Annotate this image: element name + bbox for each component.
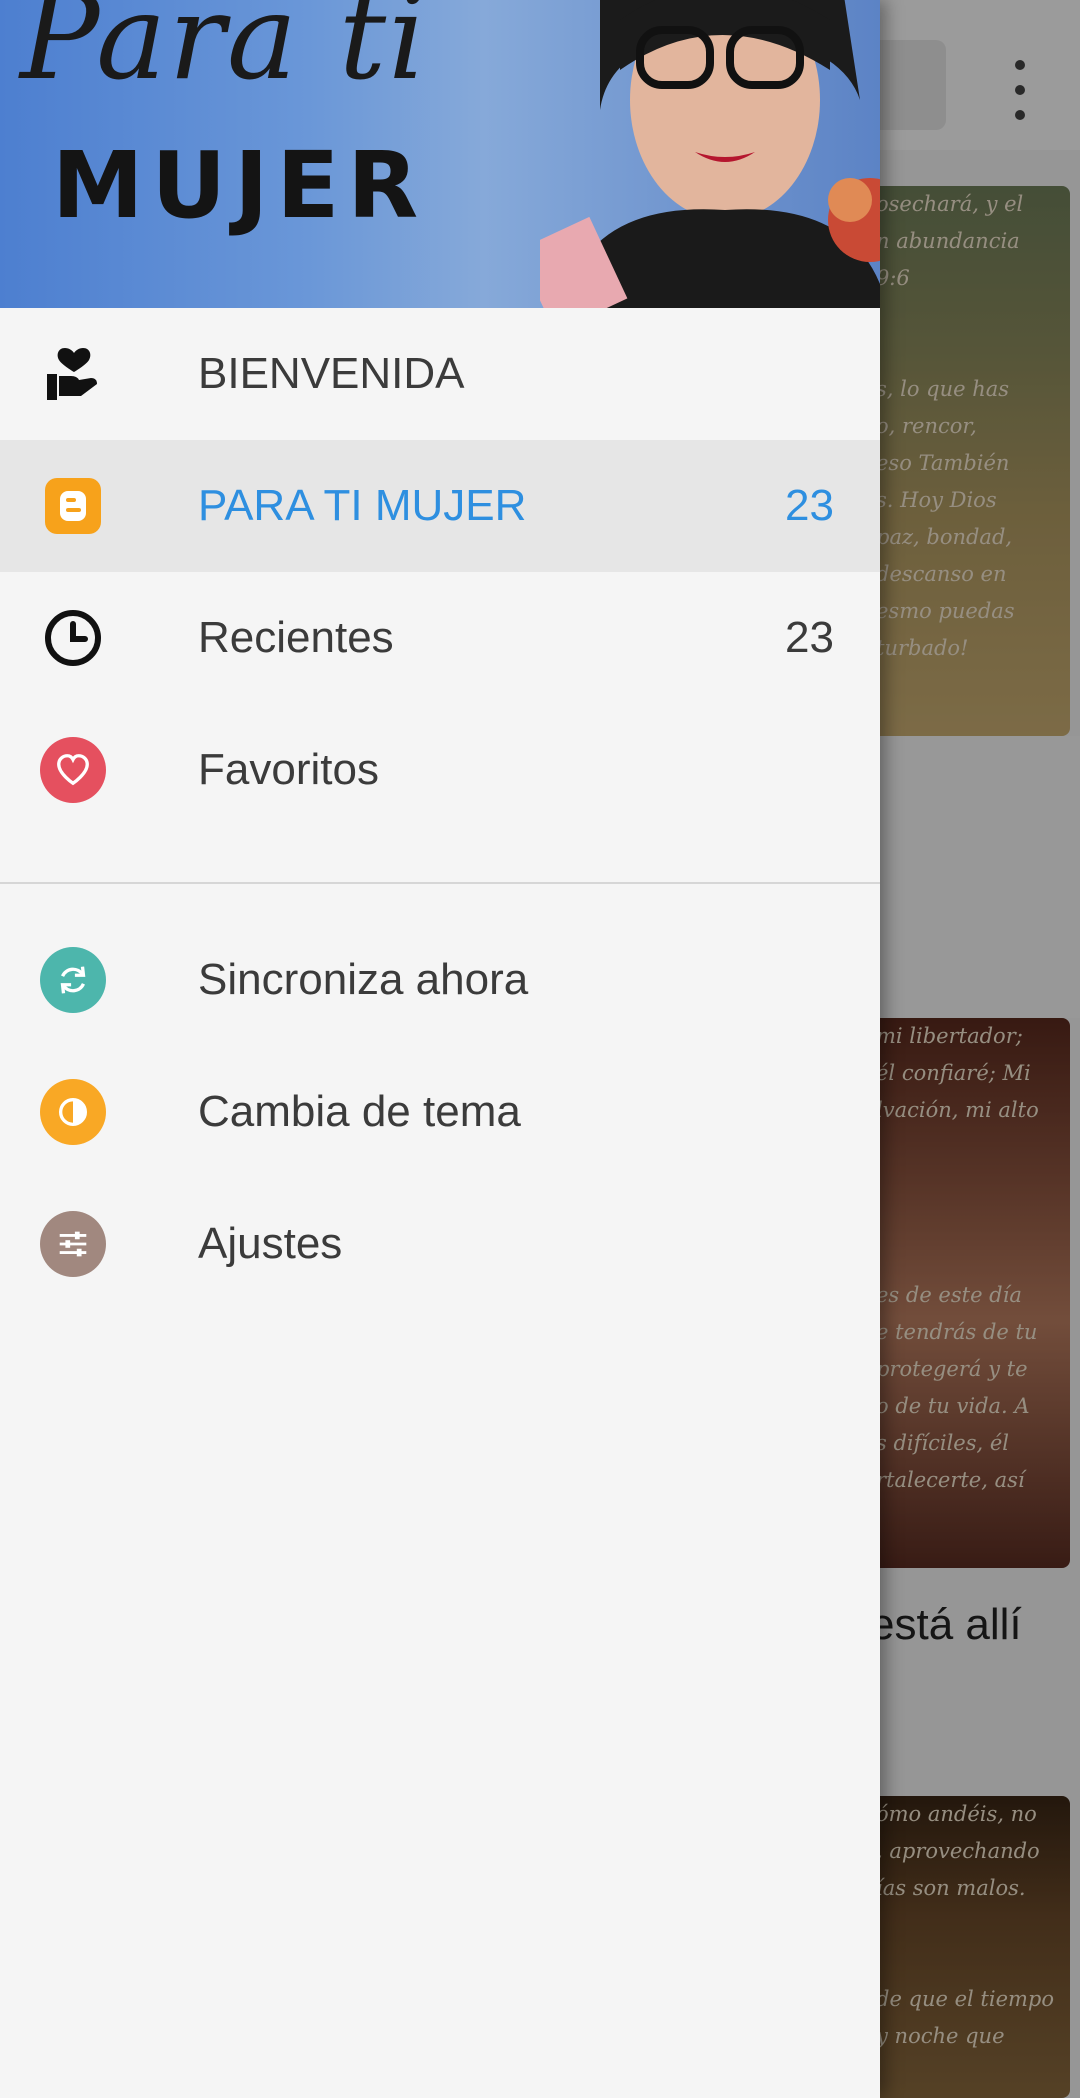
navigation-drawer: Para ti MUJER BIENVENIDA PARA TI MUJER 2… [0, 0, 880, 2098]
heart-hand-icon [40, 341, 106, 407]
heart-icon [40, 737, 106, 803]
menu-item-label: Sincroniza ahora [198, 955, 529, 1004]
drawer-secondary-menu: Sincroniza ahora Cambia de tema Ajustes [0, 914, 880, 1310]
clock-icon [40, 605, 106, 671]
menu-item-change-theme[interactable]: Cambia de tema [0, 1046, 880, 1178]
menu-item-label: PARA TI MUJER [198, 481, 527, 530]
woman-photo [540, 0, 880, 308]
menu-item-count: 23 [785, 481, 834, 530]
header-script-text: Para ti [20, 0, 428, 106]
menu-item-bienvenida[interactable]: BIENVENIDA [0, 308, 880, 440]
menu-item-label: Ajustes [198, 1219, 343, 1268]
drawer-header-image: Para ti MUJER [0, 0, 880, 308]
menu-item-label: Recientes [198, 613, 394, 662]
menu-item-sync-now[interactable]: Sincroniza ahora [0, 914, 880, 1046]
menu-item-label: Cambia de tema [198, 1087, 521, 1136]
menu-item-label: BIENVENIDA [198, 349, 465, 398]
menu-item-settings[interactable]: Ajustes [0, 1178, 880, 1310]
blogger-icon [40, 473, 106, 539]
theme-icon [40, 1079, 106, 1145]
header-title: MUJER [52, 132, 427, 239]
drawer-primary-menu: BIENVENIDA PARA TI MUJER 23 Recientes 23… [0, 308, 880, 836]
menu-item-recientes[interactable]: Recientes 23 [0, 572, 880, 704]
sliders-icon [40, 1211, 106, 1277]
drawer-divider [0, 882, 880, 884]
menu-item-label: Favoritos [198, 745, 379, 794]
sync-icon [40, 947, 106, 1013]
menu-item-count: 23 [785, 613, 834, 662]
menu-item-para-ti-mujer[interactable]: PARA TI MUJER 23 [0, 440, 880, 572]
menu-item-favoritos[interactable]: Favoritos [0, 704, 880, 836]
